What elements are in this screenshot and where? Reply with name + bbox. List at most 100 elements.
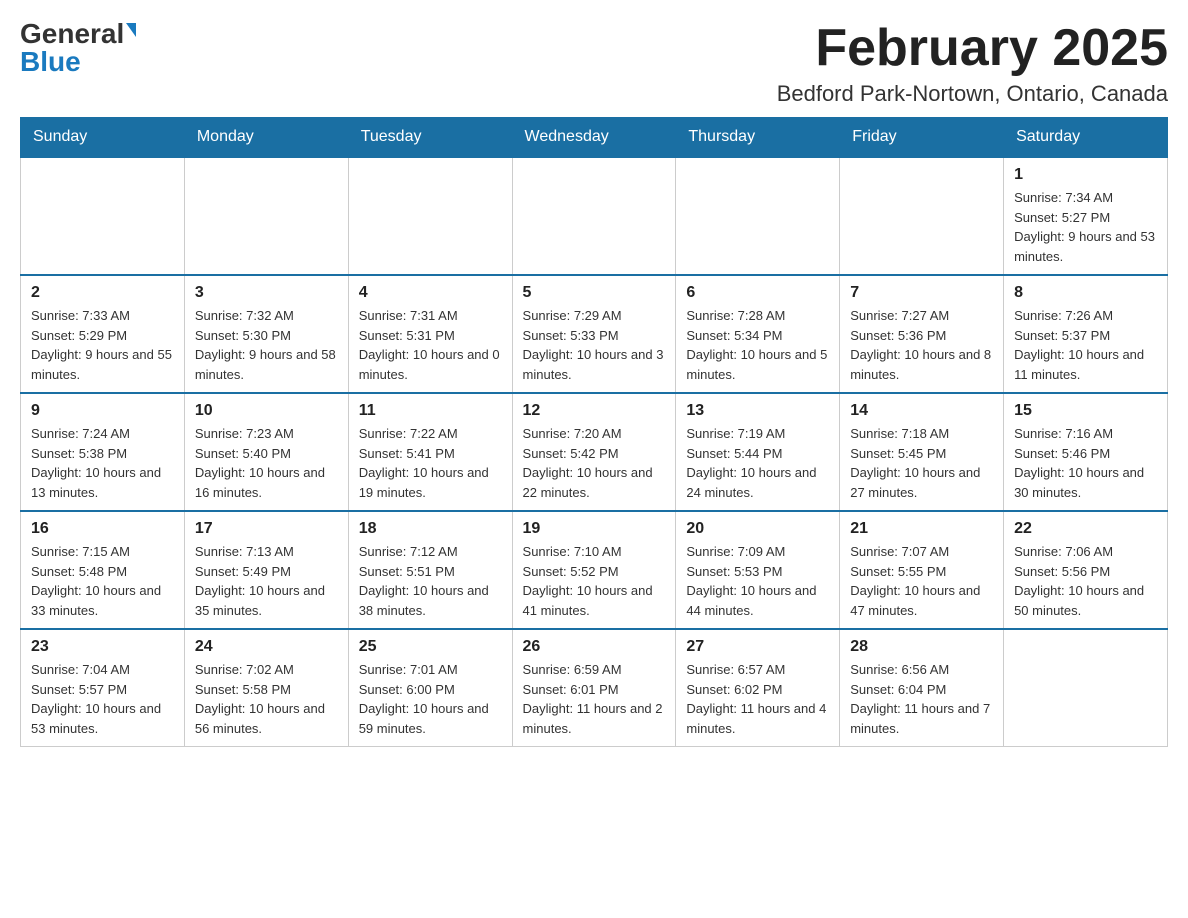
calendar-cell: 8 Sunrise: 7:26 AMSunset: 5:37 PMDaylight…: [1004, 275, 1168, 393]
day-info: Sunrise: 7:07 AMSunset: 5:55 PMDaylight:…: [850, 542, 993, 620]
day-number: 27: [686, 638, 829, 656]
day-number: 14: [850, 402, 993, 420]
page-header: General Blue February 2025 Bedford Park-…: [20, 20, 1168, 107]
calendar-cell: 5 Sunrise: 7:29 AMSunset: 5:33 PMDaylight…: [512, 275, 676, 393]
weekday-header-sunday: Sunday: [21, 118, 185, 158]
day-info: Sunrise: 7:16 AMSunset: 5:46 PMDaylight:…: [1014, 424, 1157, 502]
day-number: 8: [1014, 284, 1157, 302]
calendar-table: SundayMondayTuesdayWednesdayThursdayFrid…: [20, 117, 1168, 747]
day-number: 2: [31, 284, 174, 302]
calendar-cell: 28 Sunrise: 6:56 AMSunset: 6:04 PMDayligh…: [840, 629, 1004, 747]
day-number: 12: [523, 402, 666, 420]
day-number: 1: [1014, 166, 1157, 184]
day-info: Sunrise: 7:29 AMSunset: 5:33 PMDaylight:…: [523, 306, 666, 384]
day-info: Sunrise: 7:13 AMSunset: 5:49 PMDaylight:…: [195, 542, 338, 620]
calendar-cell: 19Sunrise: 7:10 AMSunset: 5:52 PMDayligh…: [512, 511, 676, 629]
weekday-header-row: SundayMondayTuesdayWednesdayThursdayFrid…: [21, 118, 1168, 158]
day-number: 26: [523, 638, 666, 656]
weekday-header-thursday: Thursday: [676, 118, 840, 158]
day-number: 22: [1014, 520, 1157, 538]
day-info: Sunrise: 7:18 AMSunset: 5:45 PMDaylight:…: [850, 424, 993, 502]
day-info: Sunrise: 7:27 AMSunset: 5:36 PMDaylight:…: [850, 306, 993, 384]
calendar-body: 1Sunrise: 7:34 AMSunset: 5:27 PMDaylight…: [21, 157, 1168, 747]
day-info: Sunrise: 6:59 AMSunset: 6:01 PMDaylight:…: [523, 660, 666, 738]
day-number: 5: [523, 284, 666, 302]
day-number: 18: [359, 520, 502, 538]
calendar-week-1: 1Sunrise: 7:34 AMSunset: 5:27 PMDaylight…: [21, 157, 1168, 275]
calendar-cell: 15Sunrise: 7:16 AMSunset: 5:46 PMDayligh…: [1004, 393, 1168, 511]
day-number: 23: [31, 638, 174, 656]
day-info: Sunrise: 7:26 AMSunset: 5:37 PMDaylight:…: [1014, 306, 1157, 384]
calendar-cell: 20Sunrise: 7:09 AMSunset: 5:53 PMDayligh…: [676, 511, 840, 629]
day-info: Sunrise: 7:33 AMSunset: 5:29 PMDaylight:…: [31, 306, 174, 384]
day-number: 6: [686, 284, 829, 302]
calendar-cell: 14 Sunrise: 7:18 AMSunset: 5:45 PMDayligh…: [840, 393, 1004, 511]
day-number: 13: [686, 402, 829, 420]
calendar-cell: [348, 157, 512, 275]
weekday-header-tuesday: Tuesday: [348, 118, 512, 158]
calendar-cell: 26 Sunrise: 6:59 AMSunset: 6:01 PMDayligh…: [512, 629, 676, 747]
day-number: 28: [850, 638, 993, 656]
day-number: 21: [850, 520, 993, 538]
day-info: Sunrise: 7:02 AMSunset: 5:58 PMDaylight:…: [195, 660, 338, 738]
calendar-cell: 25 Sunrise: 7:01 AMSunset: 6:00 PMDayligh…: [348, 629, 512, 747]
day-info: Sunrise: 7:32 AMSunset: 5:30 PMDaylight:…: [195, 306, 338, 384]
calendar-cell: 4 Sunrise: 7:31 AMSunset: 5:31 PMDaylight…: [348, 275, 512, 393]
calendar-cell: [1004, 629, 1168, 747]
day-number: 9: [31, 402, 174, 420]
calendar-cell: 11 Sunrise: 7:22 AMSunset: 5:41 PMDayligh…: [348, 393, 512, 511]
weekday-header-wednesday: Wednesday: [512, 118, 676, 158]
calendar-cell: 24 Sunrise: 7:02 AMSunset: 5:58 PMDayligh…: [184, 629, 348, 747]
weekday-header-monday: Monday: [184, 118, 348, 158]
calendar-cell: 27Sunrise: 6:57 AMSunset: 6:02 PMDayligh…: [676, 629, 840, 747]
day-info: Sunrise: 7:01 AMSunset: 6:00 PMDaylight:…: [359, 660, 502, 738]
day-info: Sunrise: 7:15 AMSunset: 5:48 PMDaylight:…: [31, 542, 174, 620]
day-number: 3: [195, 284, 338, 302]
calendar-week-3: 9Sunrise: 7:24 AMSunset: 5:38 PMDaylight…: [21, 393, 1168, 511]
calendar-header: SundayMondayTuesdayWednesdayThursdayFrid…: [21, 118, 1168, 158]
calendar-week-4: 16 Sunrise: 7:15 AMSunset: 5:48 PMDayligh…: [21, 511, 1168, 629]
day-number: 25: [359, 638, 502, 656]
month-title: February 2025: [777, 20, 1168, 77]
weekday-header-saturday: Saturday: [1004, 118, 1168, 158]
logo-general-text: General: [20, 20, 124, 48]
day-info: Sunrise: 7:22 AMSunset: 5:41 PMDaylight:…: [359, 424, 502, 502]
calendar-cell: 23 Sunrise: 7:04 AMSunset: 5:57 PMDayligh…: [21, 629, 185, 747]
logo-blue-text: Blue: [20, 48, 81, 76]
day-number: 10: [195, 402, 338, 420]
day-number: 7: [850, 284, 993, 302]
logo: General Blue: [20, 20, 136, 76]
day-info: Sunrise: 7:12 AMSunset: 5:51 PMDaylight:…: [359, 542, 502, 620]
day-info: Sunrise: 7:31 AMSunset: 5:31 PMDaylight:…: [359, 306, 502, 384]
day-number: 11: [359, 402, 502, 420]
calendar-cell: 17 Sunrise: 7:13 AMSunset: 5:49 PMDayligh…: [184, 511, 348, 629]
calendar-cell: 3 Sunrise: 7:32 AMSunset: 5:30 PMDaylight…: [184, 275, 348, 393]
day-number: 16: [31, 520, 174, 538]
logo-arrow-icon: [126, 23, 136, 37]
calendar-week-2: 2 Sunrise: 7:33 AMSunset: 5:29 PMDaylight…: [21, 275, 1168, 393]
day-info: Sunrise: 7:23 AMSunset: 5:40 PMDaylight:…: [195, 424, 338, 502]
weekday-header-friday: Friday: [840, 118, 1004, 158]
location-title: Bedford Park-Nortown, Ontario, Canada: [777, 81, 1168, 107]
day-number: 24: [195, 638, 338, 656]
day-info: Sunrise: 7:06 AMSunset: 5:56 PMDaylight:…: [1014, 542, 1157, 620]
calendar-cell: [676, 157, 840, 275]
calendar-cell: 2 Sunrise: 7:33 AMSunset: 5:29 PMDaylight…: [21, 275, 185, 393]
calendar-cell: 21 Sunrise: 7:07 AMSunset: 5:55 PMDayligh…: [840, 511, 1004, 629]
calendar-cell: [840, 157, 1004, 275]
day-number: 19: [523, 520, 666, 538]
day-number: 17: [195, 520, 338, 538]
calendar-cell: 10 Sunrise: 7:23 AMSunset: 5:40 PMDayligh…: [184, 393, 348, 511]
calendar-cell: 18 Sunrise: 7:12 AMSunset: 5:51 PMDayligh…: [348, 511, 512, 629]
calendar-cell: 6 Sunrise: 7:28 AMSunset: 5:34 PMDaylight…: [676, 275, 840, 393]
day-number: 20: [686, 520, 829, 538]
calendar-week-5: 23 Sunrise: 7:04 AMSunset: 5:57 PMDayligh…: [21, 629, 1168, 747]
day-info: Sunrise: 7:19 AMSunset: 5:44 PMDaylight:…: [686, 424, 829, 502]
day-number: 4: [359, 284, 502, 302]
calendar-cell: 7 Sunrise: 7:27 AMSunset: 5:36 PMDaylight…: [840, 275, 1004, 393]
calendar-cell: [184, 157, 348, 275]
day-info: Sunrise: 6:56 AMSunset: 6:04 PMDaylight:…: [850, 660, 993, 738]
calendar-cell: 9Sunrise: 7:24 AMSunset: 5:38 PMDaylight…: [21, 393, 185, 511]
day-info: Sunrise: 7:04 AMSunset: 5:57 PMDaylight:…: [31, 660, 174, 738]
day-info: Sunrise: 7:28 AMSunset: 5:34 PMDaylight:…: [686, 306, 829, 384]
